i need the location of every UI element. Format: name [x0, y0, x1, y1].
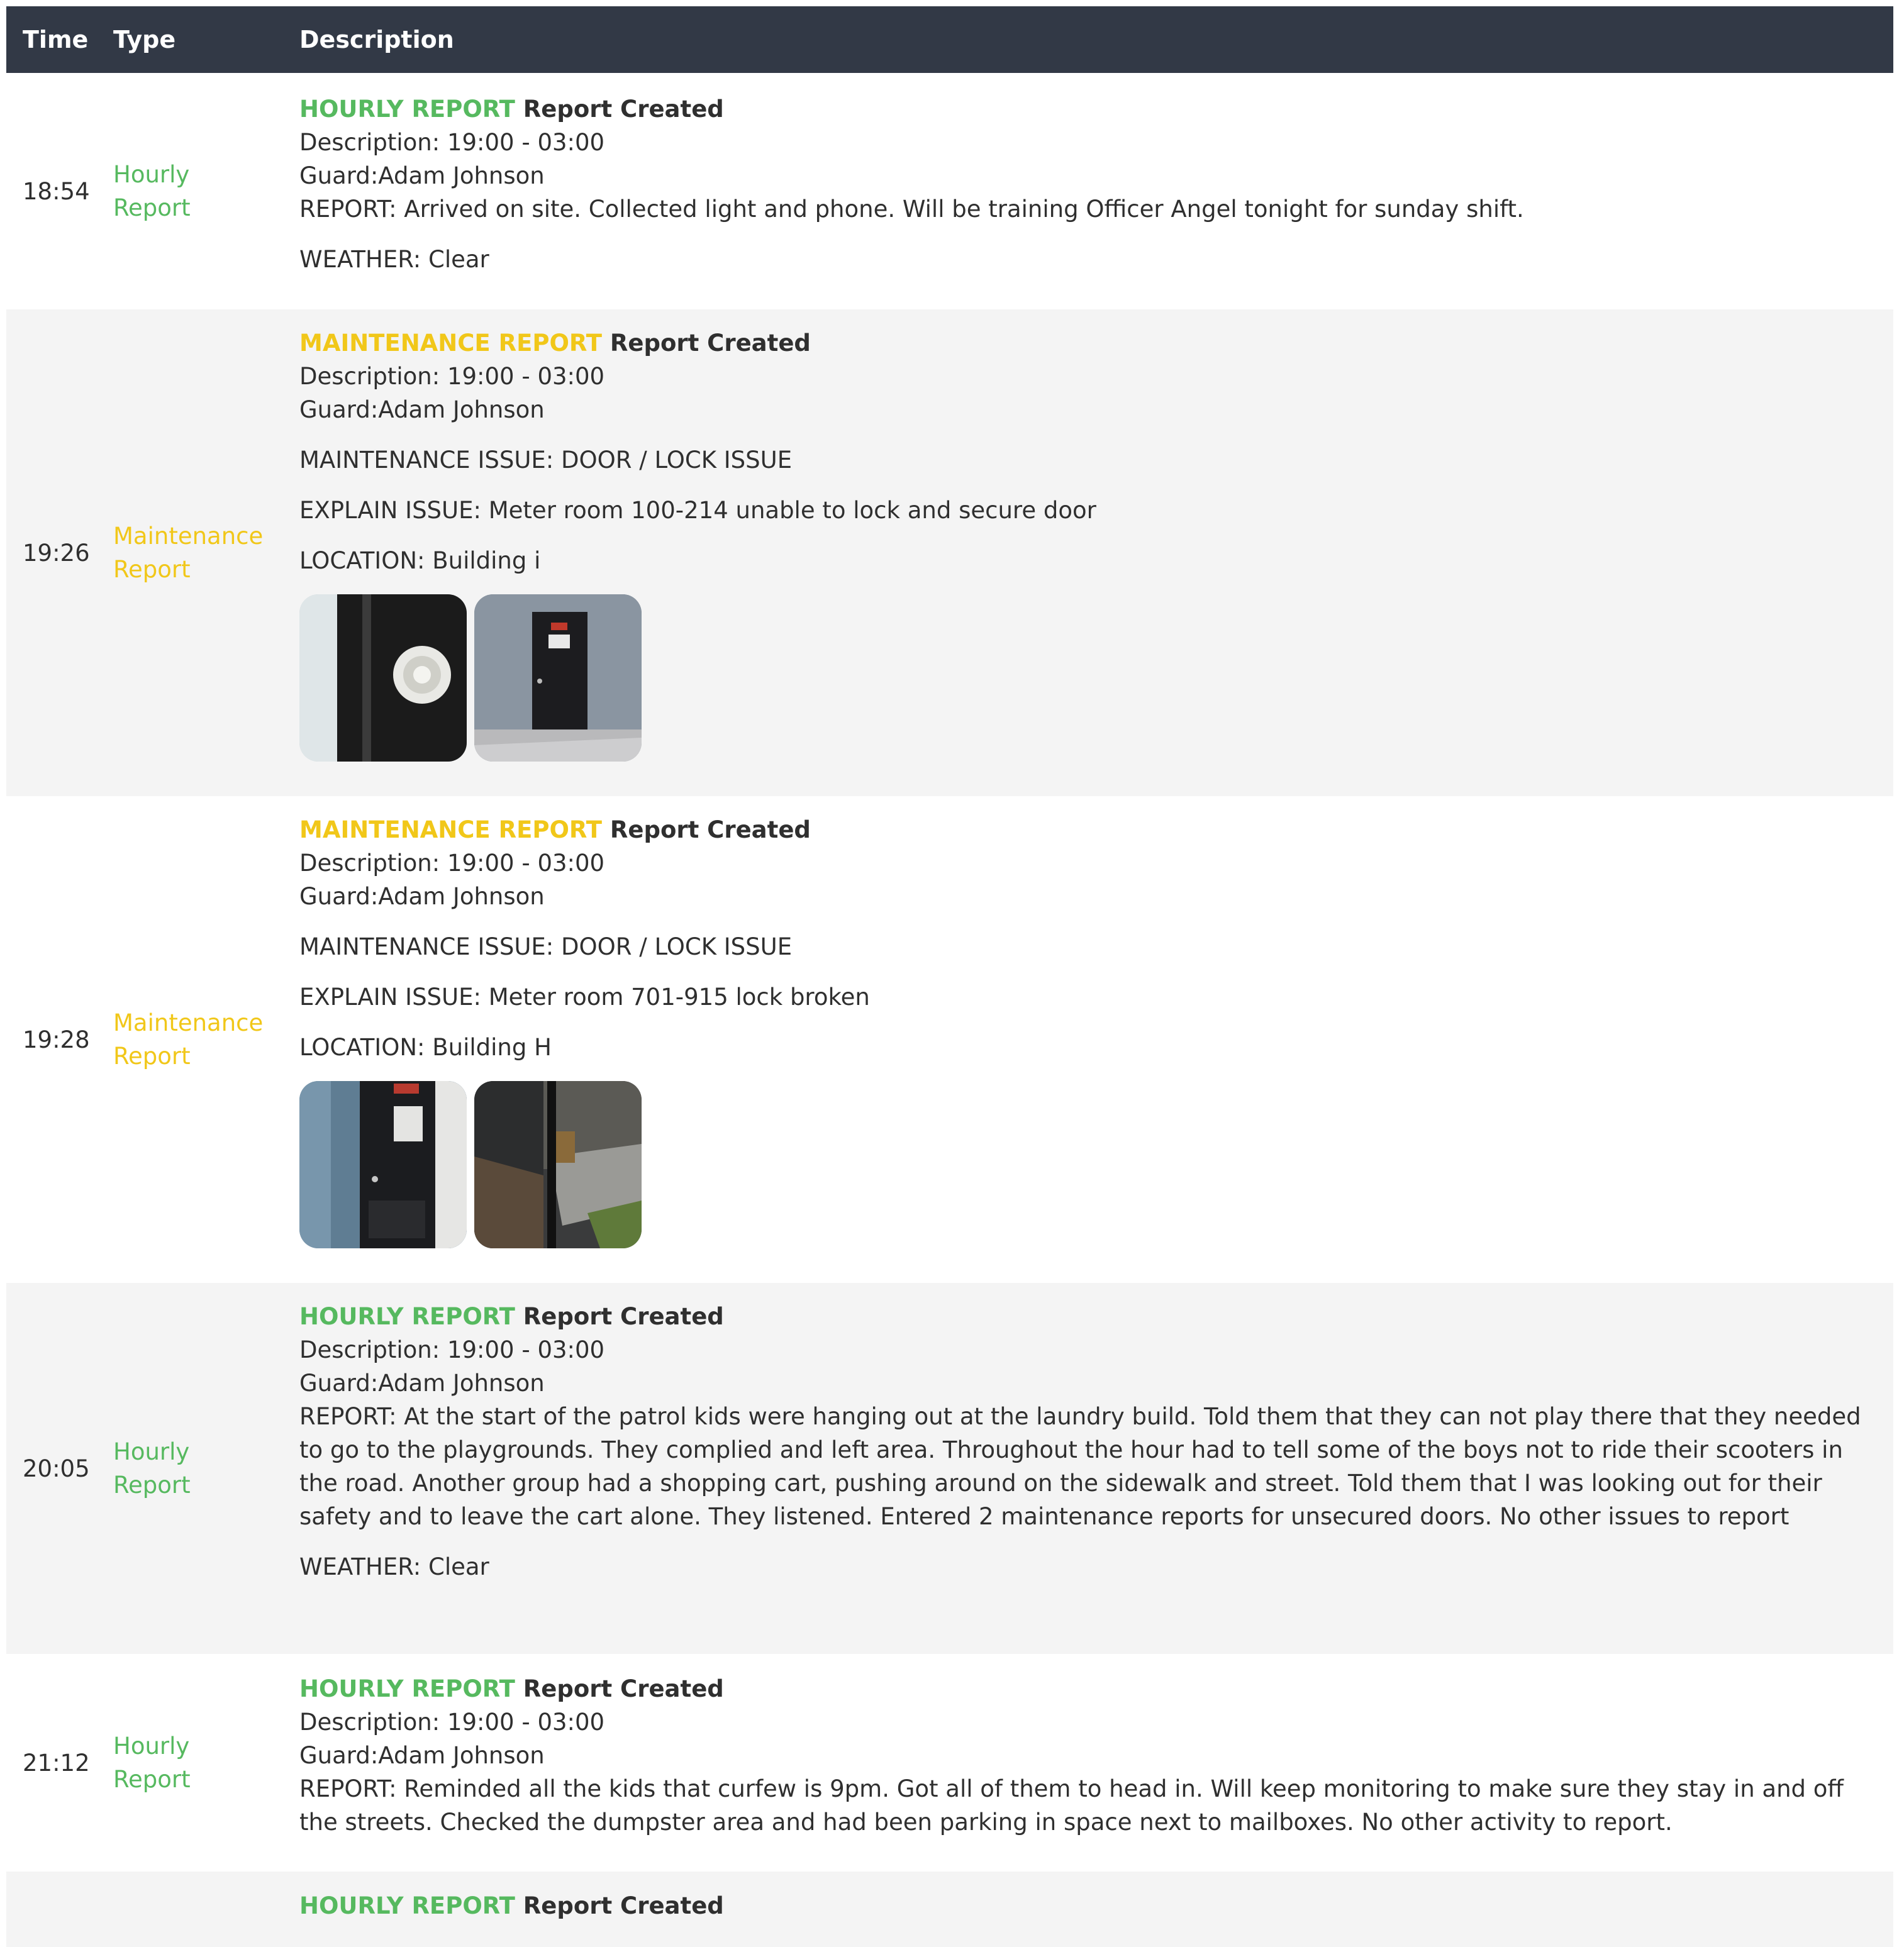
report-guard: Guard:Adam Johnson [299, 162, 545, 189]
row-type: Hourly Report [113, 1654, 299, 1872]
report-title: HOURLY REPORT Report Created [299, 1889, 1874, 1922]
activity-log-table: Time Type Description 18:54 Hourly Report… [6, 6, 1893, 1947]
header-type: Type [113, 26, 176, 53]
type-line: Report [113, 1766, 191, 1793]
type-line: Report [113, 1472, 191, 1499]
row-time [6, 1872, 113, 1947]
type-line: Report [113, 194, 191, 221]
table-row[interactable]: 18:54 Hourly Report HOURLY REPORT Report … [6, 73, 1893, 309]
photo-thumbnail[interactable] [299, 594, 467, 762]
table-row[interactable]: 20:05 Hourly Report HOURLY REPORT Report … [6, 1283, 1893, 1654]
type-line: Hourly [113, 1438, 190, 1465]
table-row[interactable]: 19:26 Maintenance Report MAINTENANCE REPO… [6, 309, 1893, 796]
photo-thumbnail[interactable] [474, 1081, 642, 1248]
maintenance-issue: MAINTENANCE ISSUE: DOOR / LOCK ISSUE [299, 447, 793, 474]
photo-thumbnail[interactable] [299, 1081, 467, 1248]
report-created-label: Report Created [523, 1892, 724, 1919]
report-text: REPORT: At the start of the patrol kids … [299, 1403, 1861, 1530]
report-description: Description: 19:00 - 03:00 [299, 363, 605, 390]
door-knob-photo [299, 594, 467, 762]
table-row[interactable]: 19:28 Maintenance Report MAINTENANCE REPO… [6, 796, 1893, 1283]
report-text: REPORT: Arrived on site. Collected light… [299, 196, 1524, 223]
report-guard: Guard:Adam Johnson [299, 1370, 545, 1397]
photo-gallery [299, 1081, 1874, 1248]
explain-issue: EXPLAIN ISSUE: Meter room 100-214 unable… [299, 497, 1096, 524]
report-title: MAINTENANCE REPORT Report Created [299, 326, 1874, 360]
report-guard: Guard:Adam Johnson [299, 1742, 545, 1769]
report-description: Description: 19:00 - 03:00 [299, 129, 605, 156]
row-time: 19:28 [23, 1026, 90, 1053]
table-row[interactable]: 21:12 Hourly Report HOURLY REPORT Report … [6, 1654, 1893, 1872]
report-description: Description: 19:00 - 03:00 [299, 850, 605, 877]
row-type: Maintenance Report [113, 796, 299, 1283]
report-tag: MAINTENANCE REPORT [299, 330, 602, 357]
row-time: 20:05 [23, 1455, 90, 1482]
report-weather: WEATHER: Clear [299, 1553, 489, 1580]
report-title: HOURLY REPORT Report Created [299, 1300, 1874, 1333]
photo-gallery [299, 594, 1874, 762]
row-type [113, 1872, 299, 1947]
type-line: Maintenance [113, 523, 264, 550]
type-line: Hourly [113, 1733, 190, 1760]
issue-location: LOCATION: Building i [299, 547, 541, 574]
row-type: Hourly Report [113, 73, 299, 309]
header-time: Time [23, 26, 89, 53]
report-tag: HOURLY REPORT [299, 96, 515, 123]
type-line: Maintenance [113, 1009, 264, 1036]
report-tag: HOURLY REPORT [299, 1892, 515, 1919]
type-line: Hourly [113, 161, 190, 188]
report-created-label: Report Created [523, 1303, 724, 1330]
table-row[interactable]: HOURLY REPORT Report Created [6, 1872, 1893, 1947]
report-tag: MAINTENANCE REPORT [299, 816, 602, 843]
type-line: Report [113, 1043, 191, 1070]
type-line: Report [113, 556, 191, 583]
header-description: Description [299, 26, 454, 53]
report-created-label: Report Created [523, 96, 724, 123]
row-time: 18:54 [23, 177, 90, 205]
report-title: HOURLY REPORT Report Created [299, 1672, 1874, 1706]
report-description: Description: 19:00 - 03:00 [299, 1709, 605, 1736]
row-type: Hourly Report [113, 1283, 299, 1654]
row-description: MAINTENANCE REPORT Report Created Descri… [299, 796, 1893, 1283]
broken-lock-photo [474, 1081, 642, 1248]
report-guard: Guard:Adam Johnson [299, 396, 545, 423]
report-tag: HOURLY REPORT [299, 1675, 515, 1702]
report-text: REPORT: Reminded all the kids that curfe… [299, 1775, 1844, 1836]
row-description: HOURLY REPORT Report Created Description… [299, 1283, 1893, 1654]
row-description: HOURLY REPORT Report Created Description… [299, 73, 1893, 309]
table-header: Time Type Description [6, 6, 1893, 73]
report-title: HOURLY REPORT Report Created [299, 92, 1874, 126]
report-created-label: Report Created [610, 816, 811, 843]
report-title: MAINTENANCE REPORT Report Created [299, 813, 1874, 846]
row-time: 19:26 [23, 539, 90, 567]
photo-thumbnail[interactable] [474, 594, 642, 762]
row-time: 21:12 [23, 1749, 90, 1777]
report-guard: Guard:Adam Johnson [299, 883, 545, 910]
door-exterior-photo [299, 1081, 467, 1248]
maintenance-issue: MAINTENANCE ISSUE: DOOR / LOCK ISSUE [299, 933, 793, 960]
report-created-label: Report Created [610, 330, 811, 357]
report-tag: HOURLY REPORT [299, 1303, 515, 1330]
report-created-label: Report Created [523, 1675, 724, 1702]
report-weather: WEATHER: Clear [299, 246, 489, 273]
explain-issue: EXPLAIN ISSUE: Meter room 701-915 lock b… [299, 984, 870, 1011]
door-exterior-photo [474, 594, 642, 762]
row-description: HOURLY REPORT Report Created Description… [299, 1654, 1893, 1872]
report-description: Description: 19:00 - 03:00 [299, 1336, 605, 1363]
row-type: Maintenance Report [113, 309, 299, 796]
row-description: HOURLY REPORT Report Created [299, 1872, 1893, 1947]
issue-location: LOCATION: Building H [299, 1034, 552, 1061]
row-description: MAINTENANCE REPORT Report Created Descri… [299, 309, 1893, 796]
